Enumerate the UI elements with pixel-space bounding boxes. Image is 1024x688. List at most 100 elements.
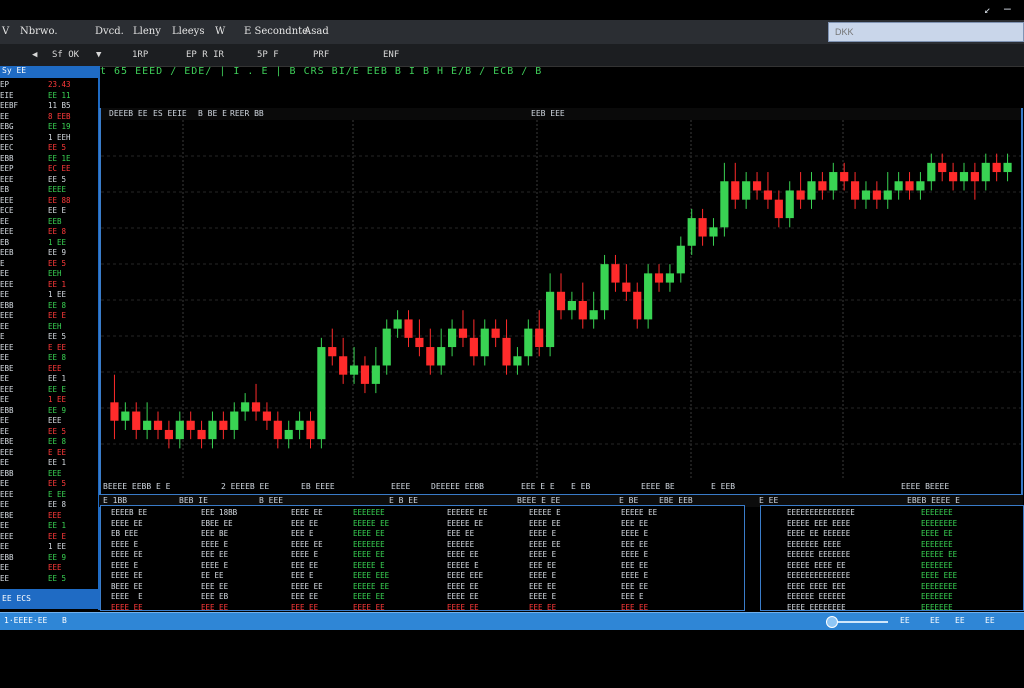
watchlist-row[interactable]: EE EEB xyxy=(0,217,98,228)
orders-cell[interactable]: EEE EE xyxy=(201,582,237,593)
orders-cell[interactable]: EEEE EEE xyxy=(447,571,488,582)
positions-cell[interactable]: EEEEE EE xyxy=(921,550,957,561)
watchlist-row[interactable]: EEE EE 5 xyxy=(0,175,98,186)
toolbar-icon-back[interactable]: ◀ xyxy=(32,50,37,60)
orders-cell[interactable]: EEEE E xyxy=(111,540,147,551)
orders-cell[interactable]: EE EE xyxy=(201,571,237,582)
orders-cell[interactable]: EEE EE xyxy=(529,582,561,593)
watchlist-row[interactable]: EE 8 EEB xyxy=(0,112,98,123)
watchlist-row[interactable]: EE EEH xyxy=(0,322,98,333)
bottom-header-label[interactable]: BEEE E EE xyxy=(517,496,560,505)
orders-cell[interactable]: EEEEEEE xyxy=(353,508,389,519)
watchlist-row[interactable]: EEE EE E xyxy=(0,532,98,543)
menu-item-4[interactable]: Lleeys xyxy=(172,26,204,37)
positions-cell[interactable]: EEEEE EEE EEEE xyxy=(787,519,855,530)
orders-cell[interactable]: EEE BE xyxy=(201,529,237,540)
orders-cell[interactable]: EEEE E xyxy=(621,529,657,540)
orders-cell[interactable]: EEEE E xyxy=(291,550,323,561)
bottom-header-label[interactable]: E B EE xyxy=(389,496,418,505)
watchlist-row[interactable]: ECE EE E xyxy=(0,206,98,217)
watchlist-row[interactable]: EE EE 5 xyxy=(0,427,98,438)
watchlist-row[interactable]: EEE EE 88 xyxy=(0,196,98,207)
orders-cell[interactable]: EEEE E xyxy=(111,592,147,603)
orders-cell[interactable]: EEE EE xyxy=(291,519,323,530)
orders-cell[interactable]: EEE 18BB xyxy=(201,508,237,519)
orders-cell[interactable]: EEEE EE xyxy=(447,550,488,561)
bottom-header-label[interactable]: E EE xyxy=(759,496,778,505)
watchlist-row[interactable]: EE 1 EE xyxy=(0,290,98,301)
watchlist-row[interactable]: EEE EE E xyxy=(0,311,98,322)
orders-cell[interactable]: EEEEE E xyxy=(447,561,488,572)
orders-cell[interactable]: EEEE E xyxy=(529,592,561,603)
menu-item-6[interactable]: E Secondnte xyxy=(244,26,308,37)
watchlist-row[interactable]: EEP EC EE xyxy=(0,164,98,175)
orders-cell[interactable]: EEEEEE EE xyxy=(447,508,488,519)
watchlist-row[interactable]: EIE EE 11 xyxy=(0,91,98,102)
minimize-icon[interactable]: ↙ xyxy=(984,3,991,16)
toolbar-item-4[interactable]: 5P F xyxy=(257,50,279,60)
watchlist-row[interactable]: E EE 5 xyxy=(0,259,98,270)
orders-cell[interactable]: EEEE E xyxy=(201,561,237,572)
bottom-header-label[interactable]: EBE EEB xyxy=(659,496,693,505)
watchlist-row[interactable]: EE EE 5 xyxy=(0,574,98,585)
bottom-header-label[interactable]: B EEE xyxy=(259,496,283,505)
orders-cell[interactable]: EEEE EE xyxy=(291,582,323,593)
watchlist-row[interactable]: EEE E EE xyxy=(0,343,98,354)
status-item-1[interactable]: EE xyxy=(900,616,910,625)
watchlist-footer[interactable]: EE ECS xyxy=(0,589,98,609)
watchlist-row[interactable]: EBE EE 8 xyxy=(0,437,98,448)
orders-cell[interactable]: EEE EE xyxy=(621,561,657,572)
positions-cell[interactable]: EEEE EEE xyxy=(921,571,957,582)
watchlist-row[interactable]: EBB EE 9 xyxy=(0,406,98,417)
orders-cell[interactable]: EEEE EE xyxy=(291,540,323,551)
positions-cell[interactable]: EEEEEE EEEEEE xyxy=(787,592,855,603)
orders-cell[interactable]: EEEE E xyxy=(529,529,561,540)
orders-cell[interactable]: EB EEE xyxy=(111,529,147,540)
zoom-slider-handle[interactable] xyxy=(826,616,838,628)
watchlist-row[interactable]: EE EE 1 xyxy=(0,374,98,385)
orders-cell[interactable]: EEEE EE xyxy=(353,592,389,603)
orders-cell[interactable]: EEEEEEE xyxy=(353,540,389,551)
watchlist-row[interactable]: EBG EE 19 xyxy=(0,122,98,133)
toolbar-item-5[interactable]: PRF xyxy=(313,50,329,60)
orders-cell[interactable]: EEEEE E xyxy=(353,561,389,572)
chevron-down-icon[interactable]: ▼ xyxy=(96,50,101,60)
orders-cell[interactable]: EEEE EE xyxy=(447,582,488,593)
orders-cell[interactable]: EEEE EE xyxy=(111,571,147,582)
menu-item-7[interactable]: Asad xyxy=(304,26,329,37)
orders-cell[interactable]: EEE EE xyxy=(621,519,657,530)
watchlist-row[interactable]: EE EE 1 xyxy=(0,458,98,469)
orders-cell[interactable]: EEEE EE xyxy=(111,550,147,561)
positions-cell[interactable]: EEEEEE EEEEEEE xyxy=(787,550,855,561)
watchlist-row[interactable]: EE 1 EE xyxy=(0,542,98,553)
orders-cell[interactable]: BEEE EE xyxy=(111,582,147,593)
watchlist-row[interactable]: EBB EE 9 xyxy=(0,553,98,564)
menu-item-1[interactable]: Nbrwo. xyxy=(20,26,58,37)
watchlist-row[interactable]: EE 1 EE xyxy=(0,395,98,406)
bottom-header-label[interactable]: E 1BB xyxy=(103,496,127,505)
positions-cell[interactable]: EEEEEEE xyxy=(921,508,957,519)
positions-cell[interactable]: EEEEEEE EEEE xyxy=(787,540,855,551)
watchlist-row[interactable]: EE EE 8 xyxy=(0,353,98,364)
orders-cell[interactable]: EEEE E xyxy=(621,571,657,582)
orders-cell[interactable]: EEE EE xyxy=(291,592,323,603)
orders-cell[interactable]: EEEE EE xyxy=(529,519,561,530)
watchlist-row[interactable]: EB 1 EE xyxy=(0,238,98,249)
orders-cell[interactable]: EEEE EE xyxy=(529,540,561,551)
positions-cell[interactable]: EEEE EEEE EEE xyxy=(787,582,855,593)
watchlist-row[interactable]: E EE 5 xyxy=(0,332,98,343)
watchlist-row[interactable]: EEB EE 9 xyxy=(0,248,98,259)
watchlist-row[interactable]: EP 23.43 xyxy=(0,80,98,91)
menu-item-5[interactable]: W xyxy=(215,26,225,37)
status-item-2[interactable]: EE xyxy=(930,616,940,625)
menu-item-2[interactable]: Dvcd. xyxy=(95,26,124,37)
watchlist-row[interactable]: EES 1 EEH xyxy=(0,133,98,144)
orders-cell[interactable]: EEEE EE xyxy=(111,519,147,530)
orders-cell[interactable]: EEE E xyxy=(291,529,323,540)
positions-cell[interactable]: EEEE EE EEEEEE xyxy=(787,529,855,540)
watchlist-row[interactable]: EEE EE E xyxy=(0,385,98,396)
watchlist-row[interactable]: EBE EEE xyxy=(0,511,98,522)
search-input[interactable] xyxy=(828,22,1024,42)
watchlist-row[interactable]: EEE EE 8 xyxy=(0,227,98,238)
positions-cell[interactable]: EEEEEEE xyxy=(921,561,957,572)
